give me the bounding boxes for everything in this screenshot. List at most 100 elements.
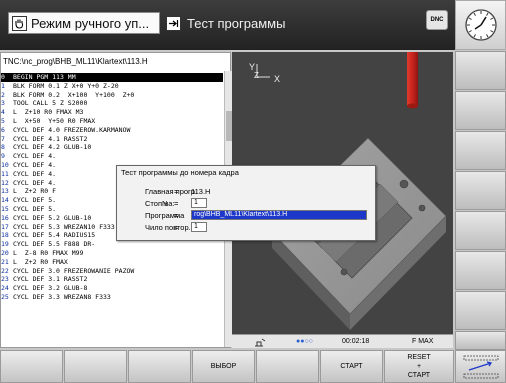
drill-hole-2 xyxy=(418,204,426,212)
main-prog-eq: = xyxy=(174,187,179,196)
program-line[interactable]: 23 CYCL DEF 3.1 RASST2 xyxy=(1,275,223,284)
line-text: CYCL DEF 5. xyxy=(13,204,57,213)
line-text: CYCL DEF 3.3 WREZAN8 F333 xyxy=(13,292,111,301)
line-number: 16 xyxy=(1,213,9,222)
program-input[interactable]: rog\BHB_ML11\Klartext\113.H xyxy=(191,210,367,220)
program-line[interactable]: 0 BEGIN PGM 113 MM xyxy=(1,73,223,82)
line-number: 20 xyxy=(1,248,9,257)
softkey-1[interactable] xyxy=(0,350,63,383)
line-number: 19 xyxy=(1,240,9,249)
program-line[interactable]: 1 BLK FORM 0.1 Z X+0 Y+0 Z-20 xyxy=(1,82,223,91)
line-number: 24 xyxy=(1,284,9,293)
vertical-softkey-bar xyxy=(455,0,506,350)
tool-tip xyxy=(407,103,418,109)
line-number: 5 xyxy=(1,116,5,125)
program-line[interactable]: 9 CYCL DEF 4. xyxy=(1,152,223,161)
line-text: CYCL DEF 4.0 FREZEROW.KARMANOW xyxy=(13,125,131,134)
line-text: CYCL DEF 3.1 RASST2 xyxy=(13,275,88,284)
manual-mode-icon xyxy=(12,15,27,31)
line-number: 0 xyxy=(1,73,5,81)
horizontal-softkey-bar: ВЫБОР СТАРТ RESET + СТАРТ xyxy=(0,350,506,383)
program-line[interactable]: 19 CYCL DEF 5.5 F888 DR- xyxy=(1,240,223,249)
program-line[interactable]: 4 L Z+10 R0 FMAX M3 xyxy=(1,108,223,117)
program-line[interactable]: 21 L Z+2 R0 FMAX xyxy=(1,258,223,267)
machine-mode-tab[interactable]: Режим ручного уп... xyxy=(8,12,160,34)
line-text: CYCL DEF 5.5 F888 DR- xyxy=(13,240,96,249)
test-run-icon xyxy=(166,15,181,31)
line-number: 7 xyxy=(1,134,5,143)
line-text: L Z+2 R0 F xyxy=(13,187,57,196)
stop-block-input[interactable]: 1 xyxy=(191,198,207,208)
line-text: L X+50 Y+50 R0 FMAX xyxy=(13,116,96,125)
line-number: 18 xyxy=(1,231,9,240)
side-softkey-5[interactable] xyxy=(455,211,506,250)
program-line[interactable]: 6 CYCL DEF 4.0 FREZEROW.KARMANOW xyxy=(1,126,223,135)
line-text: CYCL DEF 4. xyxy=(13,178,57,187)
dnc-icon[interactable]: DNC xyxy=(426,10,448,30)
line-text: L Z+10 R0 FMAX M3 xyxy=(13,108,84,117)
line-text: CYCL DEF 5.2 GLUB-10 xyxy=(13,213,92,222)
softkey-3[interactable] xyxy=(128,350,191,383)
line-number: 21 xyxy=(1,257,9,266)
select-softkey[interactable]: ВЫБОР xyxy=(192,350,255,383)
axis-x-label: X xyxy=(274,74,280,84)
line-number: 11 xyxy=(1,169,9,178)
line-number: 9 xyxy=(1,152,5,161)
tool-status-icon xyxy=(254,338,266,349)
line-text: CYCL DEF 5.4 RADIUS15 xyxy=(13,231,96,240)
repeat-eq: = xyxy=(174,223,179,232)
line-number: 6 xyxy=(1,125,5,134)
line-number: 14 xyxy=(1,196,9,205)
side-softkey-7[interactable] xyxy=(455,291,506,330)
stop-n-label: N xyxy=(162,199,168,208)
program-line[interactable]: 24 CYCL DEF 3.2 GLUB-8 xyxy=(1,284,223,293)
softkey-5[interactable] xyxy=(256,350,319,383)
side-softkey-1[interactable] xyxy=(455,51,506,90)
program-line[interactable]: 8 CYCL DEF 4.2 GLUB-10 xyxy=(1,143,223,152)
program-line[interactable]: 2 BLK FORM 0.2 X+100 Y+100 Z+0 xyxy=(1,91,223,100)
main-prog-value: 113.H xyxy=(191,187,211,196)
drill-hole-3 xyxy=(340,268,348,276)
softkey-switch-icon xyxy=(463,355,498,378)
softkey-bar-switch[interactable] xyxy=(455,350,506,383)
line-number: 3 xyxy=(1,99,5,108)
line-number: 23 xyxy=(1,275,9,284)
start-softkey[interactable]: СТАРТ xyxy=(320,350,383,383)
line-number: 4 xyxy=(1,108,5,117)
reset-start-softkey[interactable]: RESET + СТАРТ xyxy=(384,350,454,383)
line-text: L Z-8 R0 FMAX M99 xyxy=(13,248,84,257)
main-prog-label: Главная прогр. xyxy=(145,187,198,196)
side-softkey-4[interactable] xyxy=(455,171,506,210)
softkey-2[interactable] xyxy=(64,350,127,383)
program-line[interactable]: 3 TOOL CALL 5 Z S2000 xyxy=(1,99,223,108)
side-softkey-8[interactable] xyxy=(455,331,506,350)
line-number: 17 xyxy=(1,222,9,231)
line-text: CYCL DEF 4. xyxy=(13,169,57,178)
line-number: 15 xyxy=(1,204,9,213)
program-line[interactable]: 5 L X+50 Y+50 R0 FMAX xyxy=(1,117,223,126)
program-line[interactable]: 7 CYCL DEF 4.1 RASST2 xyxy=(1,135,223,144)
program-line[interactable]: 25 CYCL DEF 3.3 WREZAN8 F333 xyxy=(1,293,223,302)
dialog-title: Тест программы до номера кадра xyxy=(121,168,239,177)
line-text: TOOL CALL 5 Z S2000 xyxy=(13,99,88,108)
side-softkey-3[interactable] xyxy=(455,131,506,170)
program-line[interactable]: 20 L Z-8 R0 FMAX M99 xyxy=(1,249,223,258)
program-line[interactable]: 22 CYCL DEF 3.0 FREZEROWANIE PAZOW xyxy=(1,267,223,276)
repeat-input[interactable]: 1 xyxy=(191,222,207,232)
speed-dots-icon: ●●○○ xyxy=(296,338,313,345)
line-number: 22 xyxy=(1,266,9,275)
line-number: 1 xyxy=(1,81,5,90)
side-softkey-2[interactable] xyxy=(455,91,506,130)
line-number: 8 xyxy=(1,143,5,152)
line-text: L Z+2 R0 FMAX xyxy=(13,257,68,266)
side-softkey-6[interactable] xyxy=(455,251,506,290)
line-text: CYCL DEF 5. xyxy=(13,196,57,205)
line-text: BLK FORM 0.1 Z X+0 Y+0 Z-20 xyxy=(13,81,119,90)
line-text: BLK FORM 0.2 X+100 Y+100 Z+0 xyxy=(13,90,135,99)
line-text: CYCL DEF 4.1 RASST2 xyxy=(13,134,88,143)
line-text: CYCL DEF 3.2 GLUB-8 xyxy=(13,284,88,293)
machine-mode-label: Режим ручного уп... xyxy=(31,15,150,31)
line-number: 2 xyxy=(1,90,5,99)
stop-eq: = xyxy=(174,199,179,208)
programming-mode-tab[interactable]: Тест программы xyxy=(166,12,426,34)
